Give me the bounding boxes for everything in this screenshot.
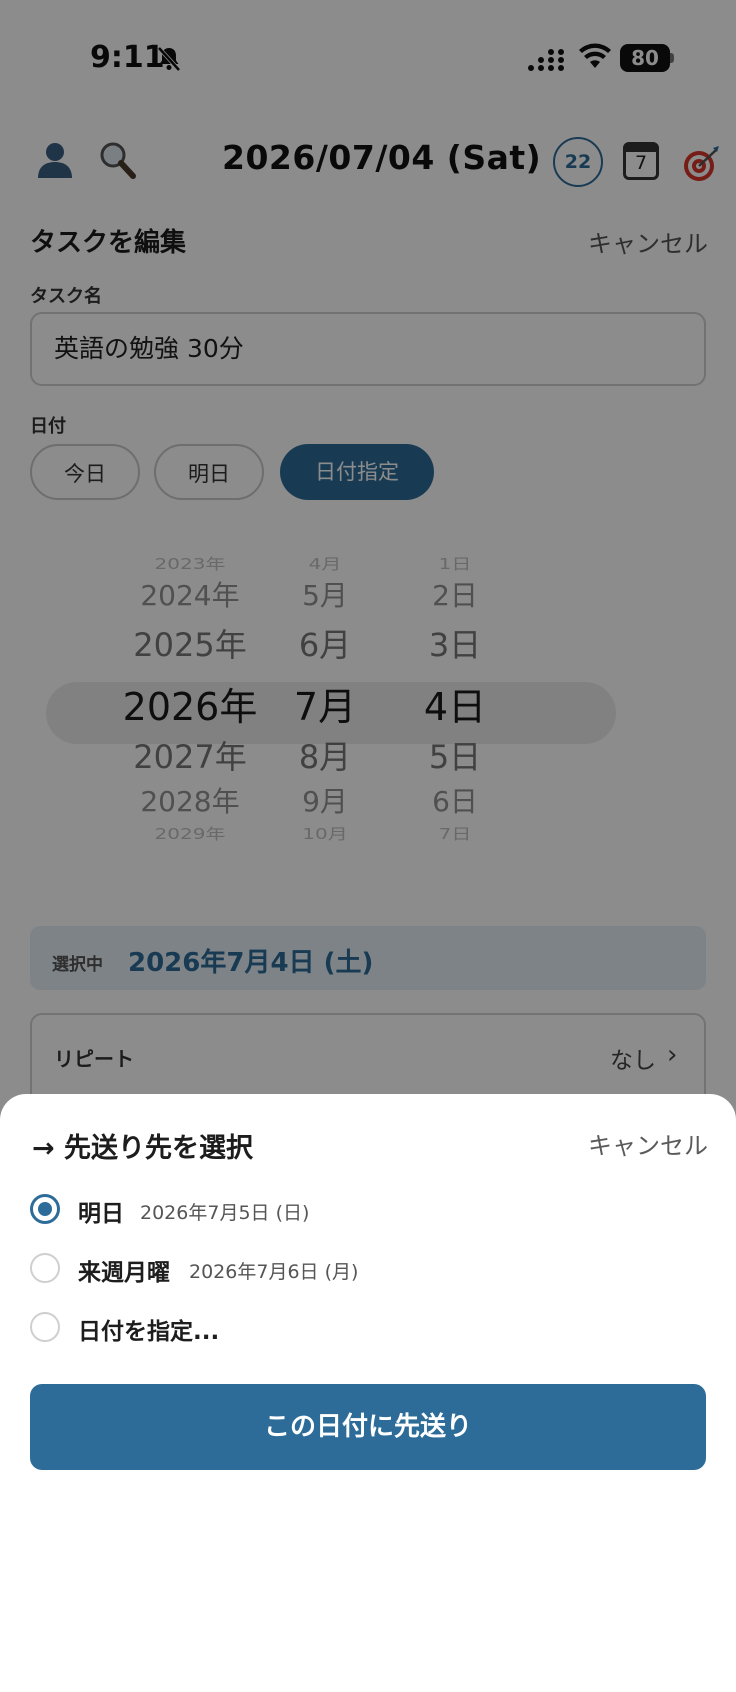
option-date: 2026年7月6日 (月) xyxy=(189,1261,359,1283)
radio-button-selected[interactable] xyxy=(30,1194,60,1224)
option-tomorrow[interactable]: 明日 2026年7月5日 (日) xyxy=(30,1186,710,1236)
postpone-cancel-button[interactable]: キャンセル xyxy=(588,1126,708,1161)
postpone-confirm-button[interactable]: この日付に先送り xyxy=(30,1384,706,1470)
option-date: 2026年7月5日 (日) xyxy=(140,1202,310,1224)
option-specify-date[interactable]: 日付を指定... xyxy=(30,1304,710,1354)
option-label: 日付を指定... xyxy=(78,1319,220,1345)
radio-button[interactable] xyxy=(30,1312,60,1342)
postpone-sheet-title: → 先送り先を選択 xyxy=(32,1133,254,1164)
option-next-monday[interactable]: 来週月曜 2026年7月6日 (月) xyxy=(30,1245,710,1295)
option-label: 明日 xyxy=(78,1201,124,1227)
postpone-sheet xyxy=(0,1094,736,1614)
option-label: 来週月曜 xyxy=(78,1260,170,1286)
radio-button[interactable] xyxy=(30,1253,60,1283)
